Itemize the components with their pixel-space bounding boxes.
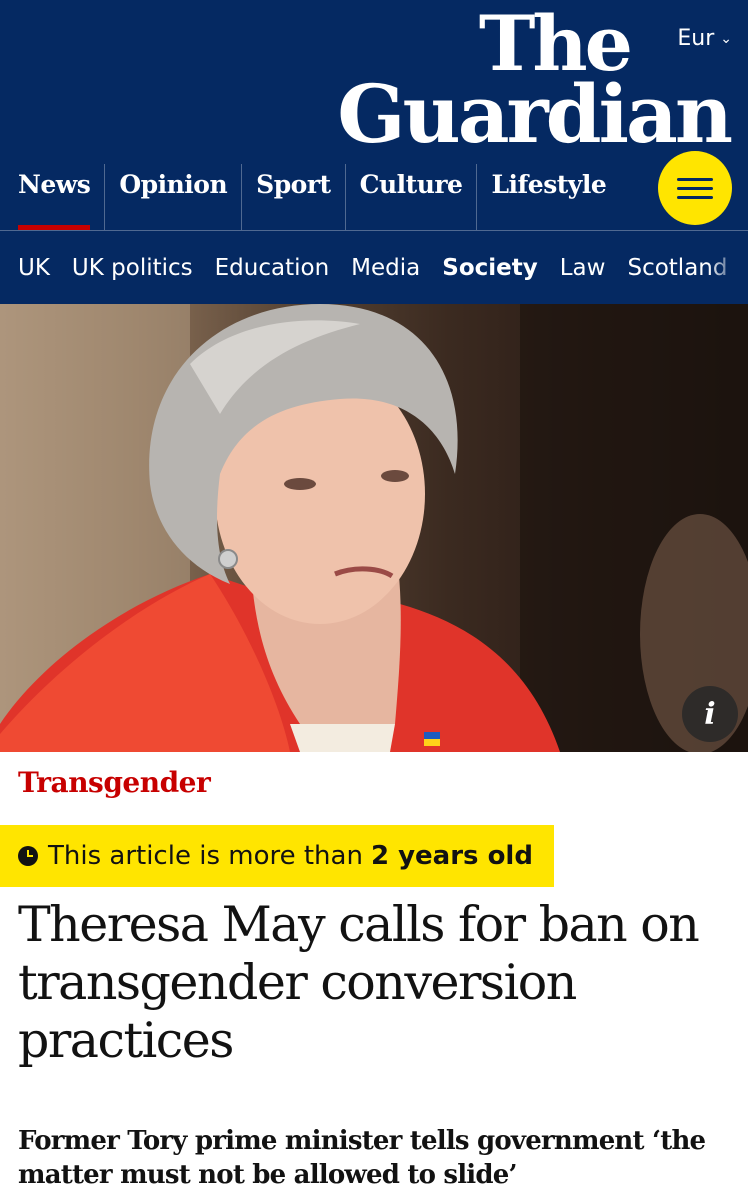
subnav-fade xyxy=(708,231,748,304)
age-warning: This article is more than 2 years old xyxy=(0,825,554,887)
info-icon[interactable]: i xyxy=(682,686,738,742)
section-kicker[interactable]: Transgender xyxy=(18,766,211,799)
chevron-down-icon: ⌄ xyxy=(720,30,732,47)
menu-icon-bar xyxy=(677,186,713,190)
article-headline: Theresa May calls for ban on transgender… xyxy=(18,896,700,1069)
menu-icon-bar xyxy=(677,177,713,181)
subnav-item-law[interactable]: Law xyxy=(560,255,606,281)
pillar-sport[interactable]: Sport xyxy=(241,164,344,230)
menu-button[interactable] xyxy=(658,151,732,225)
pillar-culture[interactable]: Culture xyxy=(344,164,477,230)
subnav-item-education[interactable]: Education xyxy=(215,255,330,281)
pillar-opinion[interactable]: Opinion xyxy=(104,164,241,230)
hero-photo xyxy=(0,304,748,752)
pillar-lifestyle[interactable]: Lifestyle xyxy=(476,164,620,230)
edition-label: Eur xyxy=(677,26,715,51)
guardian-logo[interactable]: The Guardian xyxy=(337,5,733,162)
pillar-nav: News Opinion Sport Culture Lifestyle xyxy=(0,164,640,230)
subnav-item-uk-politics[interactable]: UK politics xyxy=(72,255,193,281)
hero-image: i xyxy=(0,304,748,752)
pillar-news[interactable]: News xyxy=(0,164,104,230)
article-standfirst: Former Tory prime minister tells governm… xyxy=(18,1126,706,1190)
subnav-item-uk[interactable]: UK xyxy=(18,255,50,281)
site-header: The Guardian Eur ⌄ News Opinion Sport Cu… xyxy=(0,0,748,304)
menu-icon-bar xyxy=(677,195,713,199)
age-warning-strong: 2 years old xyxy=(370,841,533,871)
sub-nav: UK UK politics Education Media Society L… xyxy=(0,230,748,304)
subnav-item-society[interactable]: Society xyxy=(442,255,537,281)
logo-line-2: Guardian xyxy=(337,67,733,162)
edition-switcher[interactable]: Eur ⌄ xyxy=(677,26,732,51)
subnav-item-media[interactable]: Media xyxy=(351,255,420,281)
clock-icon xyxy=(18,846,38,866)
age-warning-text: This article is more than xyxy=(48,841,363,871)
